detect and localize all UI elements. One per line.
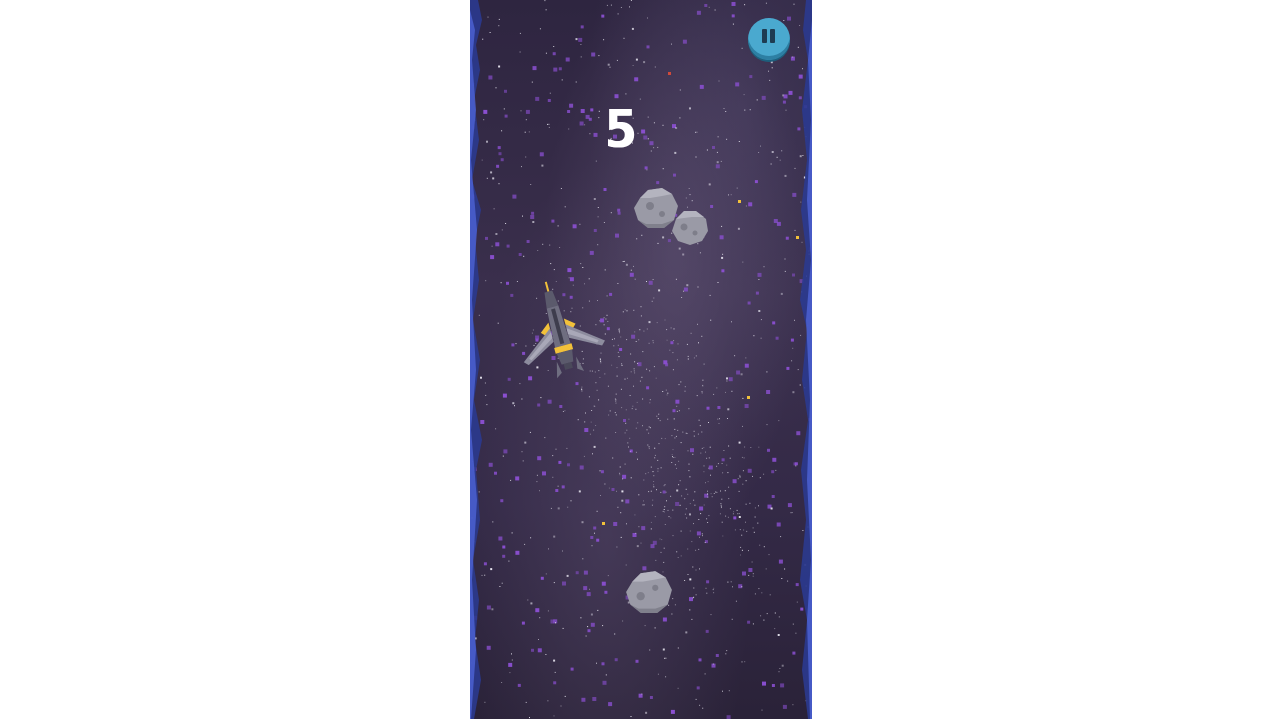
asteroid-small-1 bbox=[672, 211, 708, 245]
game-viewport[interactable]: 5 bbox=[470, 0, 812, 719]
pause-icon bbox=[761, 29, 777, 49]
asteroid-large-2 bbox=[626, 571, 672, 613]
page-background: 5 bbox=[0, 0, 1281, 719]
player-spaceship[interactable] bbox=[510, 280, 610, 390]
pause-button[interactable] bbox=[748, 18, 790, 60]
right-nebula-edge bbox=[800, 0, 812, 719]
score-counter: 5 bbox=[604, 100, 638, 160]
